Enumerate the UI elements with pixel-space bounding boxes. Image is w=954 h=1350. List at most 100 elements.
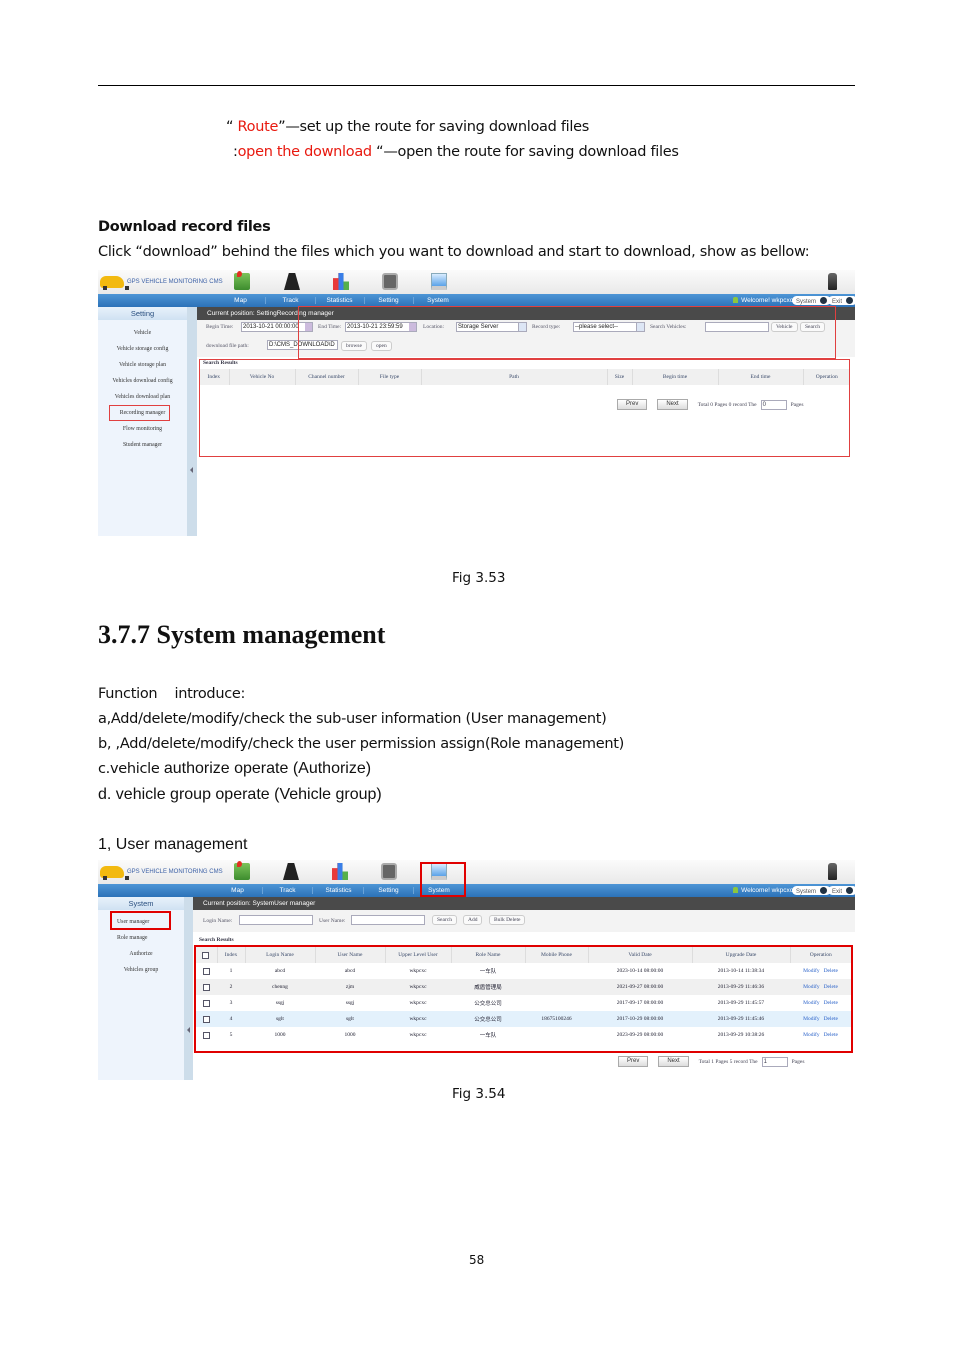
recording-manager-screenshot: GPS VEHICLE MONITORING CMS Map Track Sta… [98, 270, 855, 536]
taxi-icon [100, 276, 129, 290]
app-logo: GPS VEHICLE MONITORING CMS [100, 864, 223, 880]
route-rest: ”—set up the route for saving download f… [278, 119, 589, 135]
exit-pill-button[interactable]: Exit [827, 886, 855, 895]
statistics-icon[interactable] [333, 273, 349, 290]
download-heading: Download record files [98, 219, 271, 235]
page-number: 58 [469, 1253, 485, 1267]
system-pill-button[interactable]: System [791, 296, 831, 305]
sidebar-item-vehicles-download-config[interactable]: Vehicles download config [98, 373, 187, 389]
search-results-title: Search Results [199, 937, 234, 943]
route-prefix: “ [226, 119, 238, 135]
pager-suffix: Pages [791, 1058, 805, 1065]
function-b: b, ,Add/delete/modify/check the user per… [98, 736, 625, 752]
function-c-rest: authorize operate (Authorize) [163, 760, 372, 777]
statistics-icon[interactable] [332, 863, 348, 880]
system-icon[interactable] [431, 273, 447, 290]
function-c-prefix: c.vehicle [98, 761, 164, 777]
sidebar-item-vehicle-storage-plan[interactable]: Vehicle storage plan [98, 357, 187, 373]
sidebar-item-vehicles-group[interactable]: Vehicles group [98, 962, 184, 978]
collapse-arrow-icon[interactable] [190, 467, 193, 473]
sidebar-item-vehicle-storage-config[interactable]: Vehicle storage config [98, 341, 187, 357]
track-icon[interactable] [283, 863, 299, 880]
fig-3-54-caption: Fig 3.54 [452, 1086, 506, 1102]
system-pill-button[interactable]: System [791, 886, 831, 895]
function-intro: Function introduce: [98, 686, 246, 702]
search-button[interactable]: Search [432, 915, 457, 925]
filter-highlight-box [298, 306, 836, 359]
nav-setting[interactable]: Setting [364, 297, 414, 304]
sidebar-title: System [98, 897, 184, 910]
setting-icon[interactable] [381, 863, 397, 880]
welcome-text: Welcome! wkpcxc [733, 887, 793, 894]
login-name-label: Login Name: [203, 918, 233, 924]
user-manager-highlight-box [110, 911, 171, 930]
app-topbar: GPS VEHICLE MONITORING CMS [98, 270, 855, 294]
sidebar-item-authorize[interactable]: Authorize [98, 946, 184, 962]
download-path-label: download file path: [206, 343, 249, 349]
sidebar-item-flow-monitoring[interactable]: Flow monitoring [98, 421, 187, 437]
open-highlight: open the download [237, 144, 373, 160]
breadcrumb: Current position: SystemUser manager [193, 897, 855, 910]
nav-system[interactable]: System [413, 297, 463, 304]
app-logo: GPS VEHICLE MONITORING CMS [100, 274, 223, 290]
sidebar-item-role-manage[interactable]: Role manage [98, 930, 184, 946]
map-icon[interactable] [234, 861, 250, 880]
bulk-delete-button[interactable]: Bulk Delete [489, 915, 526, 925]
track-icon[interactable] [284, 273, 300, 290]
welcome-label: Welcome! wkpcxc [741, 887, 793, 894]
open-line: :open the download “—open the route for … [233, 144, 679, 160]
user-name-label: User Name: [319, 918, 346, 924]
app-navbar: Map Track Statistics Setting System Welc… [98, 884, 855, 897]
sidebar-item-student-manager[interactable]: Student manager [98, 437, 187, 453]
nav-track[interactable]: Track [266, 297, 316, 304]
nav-setting[interactable]: Setting [364, 887, 414, 894]
alarm-lamp-icon[interactable] [828, 863, 837, 880]
system-pill-label: System [795, 889, 816, 895]
results-highlight-box [199, 359, 850, 457]
map-icon[interactable] [234, 271, 250, 290]
user-manager-screenshot: GPS VEHICLE MONITORING CMS Map Track Sta… [98, 860, 855, 1080]
pager-summary: Total 1 Pages 5 record The [698, 1058, 758, 1065]
setting-icon[interactable] [382, 273, 398, 290]
prev-button[interactable]: Prev [618, 1056, 649, 1067]
next-button[interactable]: Next [658, 1056, 689, 1067]
user-icon [733, 887, 739, 893]
header-rule [98, 85, 855, 86]
open-rest: “—open the route for saving download fil… [371, 144, 679, 160]
fig-3-53-caption: Fig 3.53 [452, 570, 506, 586]
exit-pill-label: Exit [831, 889, 842, 895]
function-d: d. vehicle group operate (Vehicle group) [98, 786, 382, 803]
welcome-label: Welcome! wkpcxc [741, 297, 793, 304]
function-a: a,Add/delete/modify/check the sub-user i… [98, 711, 607, 727]
nav-track[interactable]: Track [263, 887, 313, 894]
sidebar-splitter[interactable] [187, 307, 197, 536]
alarm-lamp-icon[interactable] [828, 273, 837, 290]
logo-text: GPS VEHICLE MONITORING CMS [127, 869, 223, 875]
user-icon [733, 297, 739, 303]
page-number-input[interactable]: 1 [761, 1056, 788, 1067]
sidebar-splitter[interactable] [184, 897, 193, 1080]
system-nav-highlight-box [420, 862, 466, 897]
nav-map[interactable]: Map [213, 887, 263, 894]
nav-statistics[interactable]: Statistics [315, 297, 365, 304]
nav-map[interactable]: Map [216, 297, 266, 304]
sidebar-item-vehicles-download-plan[interactable]: Vehicles download plan [98, 389, 187, 405]
user-management-heading: 1, User management [98, 836, 248, 853]
user-table-highlight-box [194, 945, 853, 1053]
section-title: 3.7.7 System management [98, 620, 386, 649]
add-button[interactable]: Add [463, 915, 483, 925]
download-description: Click “download” behind the files which … [98, 244, 810, 260]
sidebar-item-vehicle[interactable]: Vehicle [98, 325, 187, 341]
recording-manager-highlight-box [109, 405, 170, 421]
taxi-icon [100, 866, 129, 880]
collapse-arrow-icon[interactable] [187, 1027, 190, 1033]
nav-statistics[interactable]: Statistics [314, 887, 364, 894]
login-name-input[interactable] [239, 915, 313, 925]
exit-pill-button[interactable]: Exit [827, 296, 855, 305]
info-icon [820, 297, 827, 304]
user-name-input[interactable] [351, 915, 425, 925]
filter-panel: Login Name: User Name: Search Add Bulk D… [193, 910, 855, 932]
sidebar-title: Setting [98, 307, 187, 320]
info-icon [820, 887, 827, 894]
route-line: “ Route”—set up the route for saving dow… [226, 119, 589, 135]
